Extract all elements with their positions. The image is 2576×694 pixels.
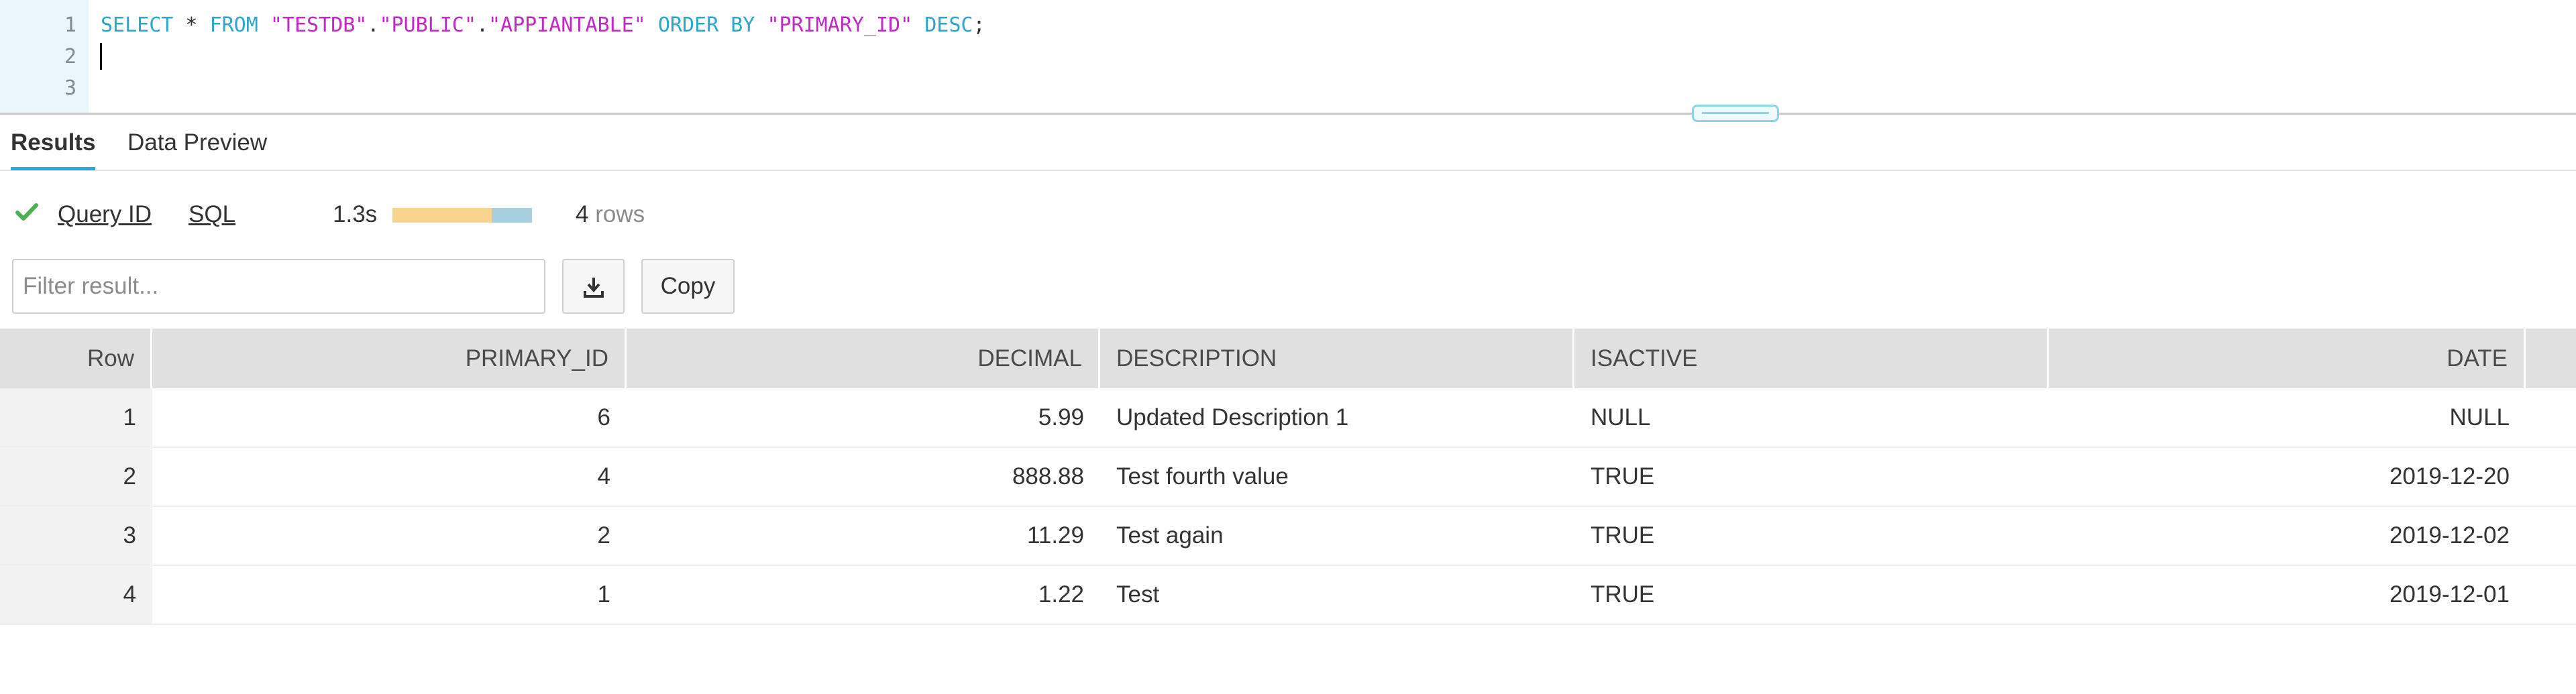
cell-row[interactable]: 4 — [0, 565, 152, 624]
copy-button[interactable]: Copy — [641, 259, 735, 314]
cell-primary-id[interactable]: 2 — [152, 506, 627, 565]
row-count-number: 4 — [576, 201, 589, 227]
tab-results[interactable]: Results — [11, 129, 96, 170]
column-header-description[interactable]: DESCRIPTION — [1100, 329, 1574, 388]
tab-data-preview[interactable]: Data Preview — [127, 129, 267, 167]
row-count: 4 rows — [576, 201, 645, 228]
cell-isactive[interactable]: TRUE — [1574, 565, 2049, 624]
download-icon — [584, 278, 604, 298]
cell-decimal[interactable]: 11.29 — [627, 506, 1100, 565]
sql-token: * — [173, 13, 210, 37]
column-header-date[interactable]: DATE — [2049, 329, 2526, 388]
sql-token: FROM — [209, 13, 258, 37]
sql-token: ORDER BY — [657, 13, 755, 37]
sql-code-line[interactable]: SELECT * FROM "TESTDB"."PUBLIC"."APPIANT… — [101, 13, 985, 37]
cell-decimal[interactable]: 888.88 — [627, 447, 1100, 506]
execution-segment — [491, 208, 532, 223]
cell-primary-id[interactable]: 1 — [152, 565, 627, 624]
table-row[interactable]: 2 4 888.88 Test fourth value TRUE 2019-12-20 — [0, 447, 2576, 507]
table-header: Row PRIMARY_ID DECIMAL DESCRIPTION ISACT… — [0, 329, 2576, 388]
cell-description[interactable]: Test again — [1100, 506, 1574, 565]
table-row[interactable]: 1 6 5.99 Updated Description 1 NULL NULL — [0, 388, 2576, 448]
cell-decimal[interactable]: 1.22 — [627, 565, 1100, 624]
table-row[interactable]: 3 2 11.29 Test again TRUE 2019-12-02 — [0, 506, 2576, 566]
cell-date[interactable]: 2019-12-02 — [2049, 506, 2526, 565]
sql-token: . — [367, 13, 380, 37]
column-header-row[interactable]: Row — [0, 329, 152, 388]
download-button[interactable] — [562, 259, 625, 314]
cell-decimal[interactable]: 5.99 — [627, 388, 1100, 447]
column-header-primary-id[interactable]: PRIMARY_ID — [152, 329, 627, 388]
cell-description[interactable]: Test fourth value — [1100, 447, 1574, 506]
sql-token: ; — [973, 13, 985, 37]
column-header-isactive[interactable]: ISACTIVE — [1574, 329, 2049, 388]
cell-description[interactable]: Test — [1100, 565, 1574, 624]
cell-row[interactable]: 3 — [0, 506, 152, 565]
table-row[interactable]: 4 1 1.22 Test TRUE 2019-12-01 — [0, 565, 2576, 625]
sql-token: . — [476, 13, 488, 37]
result-tabs: Results Data Preview — [0, 115, 2576, 171]
sql-token: SELECT — [101, 13, 174, 37]
sql-token: "APPIANTABLE" — [488, 13, 646, 37]
query-status-bar: Query ID SQL 1.3s 4 rows — [0, 194, 2576, 235]
sql-link[interactable]: SQL — [189, 201, 235, 228]
query-duration: 1.3s — [333, 201, 378, 227]
cell-isactive[interactable]: NULL — [1574, 388, 2049, 447]
cell-primary-id[interactable]: 6 — [152, 388, 627, 447]
query-id-link[interactable]: Query ID — [58, 201, 152, 228]
line-number: 3 — [64, 76, 76, 100]
text-cursor — [100, 43, 102, 70]
cell-isactive[interactable]: TRUE — [1574, 506, 2049, 565]
line-number: 1 — [64, 13, 76, 37]
line-number: 2 — [64, 45, 76, 68]
row-count-unit: rows — [595, 201, 645, 227]
cell-description[interactable]: Updated Description 1 — [1100, 388, 1574, 447]
cell-date[interactable]: NULL — [2049, 388, 2526, 447]
sql-token: "PUBLIC" — [379, 13, 476, 37]
cell-date[interactable]: 2019-12-01 — [2049, 565, 2526, 624]
cell-row[interactable]: 2 — [0, 447, 152, 506]
sql-editor[interactable]: 1 2 3 SELECT * FROM "TESTDB"."PUBLIC"."A… — [0, 0, 2576, 122]
query-timing-bar — [392, 208, 532, 223]
sql-token: "TESTDB" — [270, 13, 368, 37]
success-check-icon — [15, 203, 38, 221]
sql-token: DESC — [924, 13, 973, 37]
cell-isactive[interactable]: TRUE — [1574, 447, 2049, 506]
cell-primary-id[interactable]: 4 — [152, 447, 627, 506]
cell-row[interactable]: 1 — [0, 388, 152, 447]
cell-date[interactable]: 2019-12-20 — [2049, 447, 2526, 506]
filter-result-input[interactable] — [12, 259, 545, 314]
line-number-gutter: 1 2 3 — [0, 0, 89, 114]
column-header-decimal[interactable]: DECIMAL — [627, 329, 1100, 388]
sql-token: "PRIMARY_ID" — [767, 13, 913, 37]
